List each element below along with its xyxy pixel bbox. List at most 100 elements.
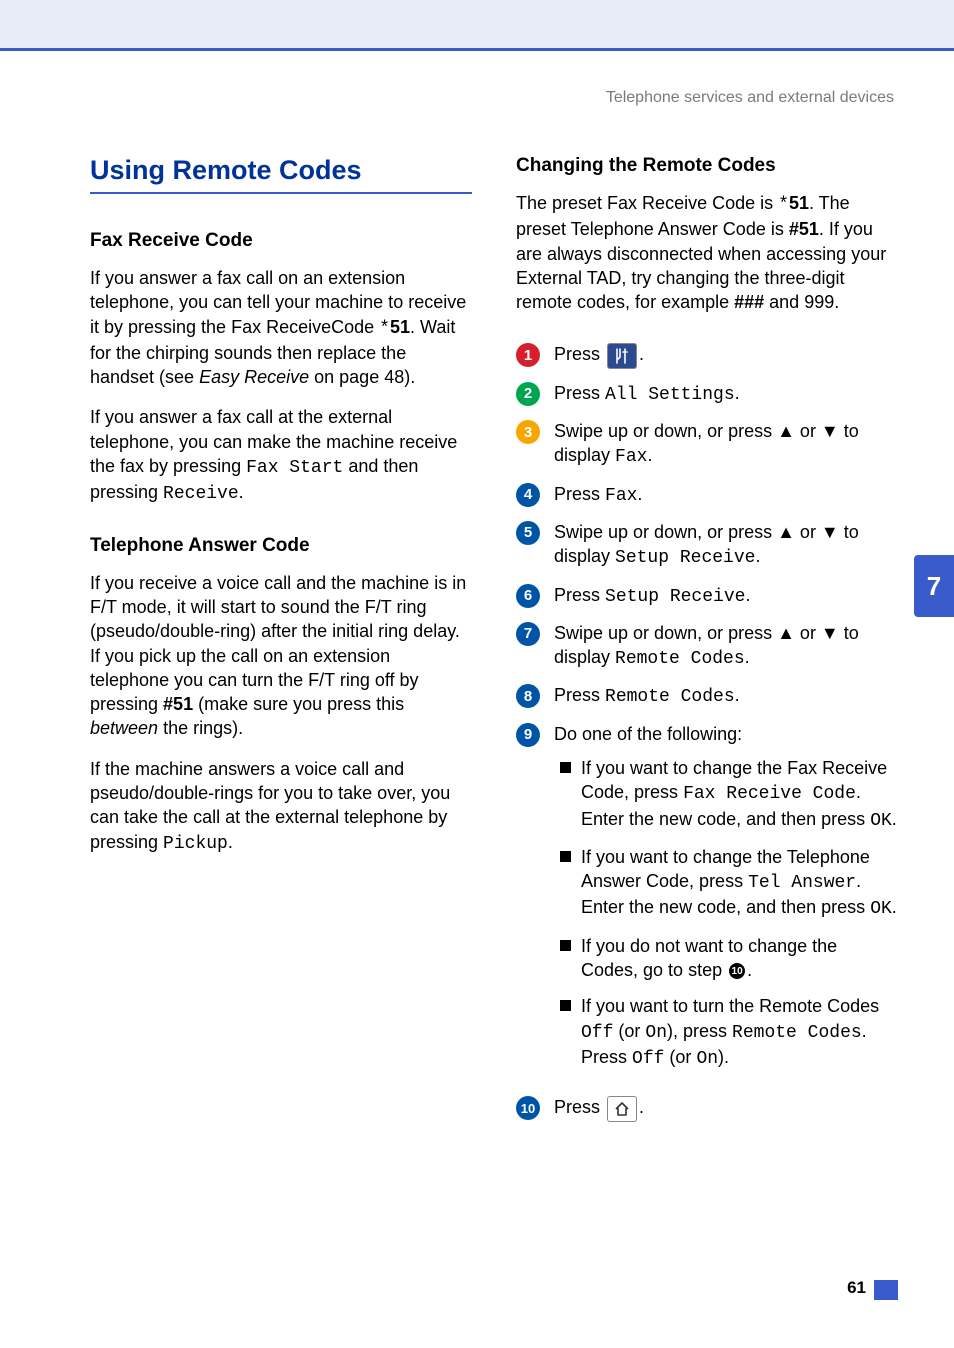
italic-text: Easy Receive <box>199 367 309 387</box>
step-row: 7 Swipe up or down, or press ▲ or ▼ to d… <box>516 621 898 672</box>
text: Swipe up or down, or press ▲ or ▼ to dis… <box>554 421 859 465</box>
breadcrumb: Telephone services and external devices <box>90 89 898 107</box>
step-text: Press . <box>554 342 898 368</box>
step-row: 5 Swipe up or down, or press ▲ or ▼ to d… <box>516 520 898 571</box>
text: Press <box>554 685 605 705</box>
text: Do one of the following: <box>554 722 898 746</box>
mono-text: Setup Receive <box>615 548 755 568</box>
step-text: Press . <box>554 1095 898 1121</box>
bullet-item: If you do not want to change the Codes, … <box>554 934 898 983</box>
mono-text: Receive <box>163 484 239 504</box>
mono-text: Tel Answer <box>748 873 856 893</box>
text: (or <box>613 1021 645 1041</box>
paragraph: The preset Fax Receive Code is *51. The … <box>516 191 898 314</box>
mono-text: Off <box>581 1023 613 1043</box>
step-row: 2 Press All Settings. <box>516 381 898 407</box>
text: ), press <box>667 1021 732 1041</box>
bullet-icon <box>560 1000 571 1011</box>
bullet-text: If you want to change the Telephone Answ… <box>581 845 898 922</box>
mono-text: Remote Codes <box>732 1023 862 1043</box>
code-text: #51 <box>789 219 819 239</box>
text: * <box>379 319 390 339</box>
text: . <box>747 960 752 980</box>
mono-text: Off <box>632 1049 664 1069</box>
text: . <box>639 1097 644 1117</box>
mono-text: Fax <box>615 447 647 467</box>
step-row: 6 Press Setup Receive. <box>516 583 898 609</box>
bullet-icon <box>560 940 571 951</box>
header-band <box>0 0 954 51</box>
text: . <box>647 445 652 465</box>
step-row: 3 Swipe up or down, or press ▲ or ▼ to d… <box>516 419 898 470</box>
step-badge-6: 6 <box>516 584 540 608</box>
mono-text: Setup Receive <box>605 587 745 607</box>
step-badge-2: 2 <box>516 382 540 406</box>
text: . <box>639 344 644 364</box>
subsection-changing-codes: Changing the Remote Codes <box>516 155 898 177</box>
page-number: 61 <box>847 1278 866 1298</box>
code-text: ### <box>734 292 764 312</box>
mono-text: Pickup <box>163 834 228 854</box>
step-badge-8: 8 <box>516 684 540 708</box>
step-text: Swipe up or down, or press ▲ or ▼ to dis… <box>554 520 898 571</box>
page-number-bar <box>874 1280 898 1300</box>
bullet-text: If you want to change the Fax Receive Co… <box>581 756 898 833</box>
bullet-item: If you want to turn the Remote Codes Off… <box>554 994 898 1071</box>
text: . <box>735 383 740 403</box>
paragraph: If you answer a fax call on an extension… <box>90 266 472 389</box>
subsection-telephone-answer: Telephone Answer Code <box>90 535 472 557</box>
text: the rings). <box>158 718 243 738</box>
text: (or <box>664 1047 696 1067</box>
text: If you receive a voice call and the mach… <box>90 573 466 714</box>
step-text: Swipe up or down, or press ▲ or ▼ to dis… <box>554 419 898 470</box>
home-icon <box>607 1096 637 1122</box>
text: . <box>239 482 244 502</box>
step-text: Press Remote Codes. <box>554 683 898 709</box>
bullet-text: If you want to turn the Remote Codes Off… <box>581 994 898 1071</box>
step-text: Swipe up or down, or press ▲ or ▼ to dis… <box>554 621 898 672</box>
step-badge-4: 4 <box>516 483 540 507</box>
bullet-icon <box>560 851 571 862</box>
text: If you want to turn the Remote Codes <box>581 996 879 1016</box>
code-text: 51 <box>789 193 809 213</box>
step-text: Press Setup Receive. <box>554 583 898 609</box>
section-title: Using Remote Codes <box>90 155 472 186</box>
text: on page 48). <box>309 367 415 387</box>
two-column-layout: Using Remote Codes Fax Receive Code If y… <box>90 155 898 1134</box>
bullet-item: If you want to change the Fax Receive Co… <box>554 756 898 833</box>
code-text: #51 <box>163 694 193 714</box>
text: If you do not want to change the Codes, … <box>581 936 837 980</box>
step-row: 8 Press Remote Codes. <box>516 683 898 709</box>
text: . <box>637 484 642 504</box>
text: Press <box>554 383 605 403</box>
text: . <box>892 897 897 917</box>
text: If the machine answers a voice call and … <box>90 759 450 852</box>
text: Press <box>554 1097 605 1117</box>
text: . <box>892 809 897 829</box>
paragraph: If you receive a voice call and the mach… <box>90 571 472 741</box>
step-text: Press Fax. <box>554 482 898 508</box>
mono-text: On <box>696 1049 718 1069</box>
step-badge-5: 5 <box>516 521 540 545</box>
left-column: Using Remote Codes Fax Receive Code If y… <box>90 155 472 1134</box>
text: ). <box>718 1047 729 1067</box>
paragraph: If you answer a fax call at the external… <box>90 405 472 506</box>
mono-text: Fax Start <box>246 458 343 478</box>
step-badge-3: 3 <box>516 420 540 444</box>
text: . <box>745 647 750 667</box>
bullet-item: If you want to change the Telephone Answ… <box>554 845 898 922</box>
bullet-text: If you do not want to change the Codes, … <box>581 934 898 983</box>
step-text: Do one of the following: If you want to … <box>554 722 898 1084</box>
text: Press <box>554 344 605 364</box>
step-badge-9: 9 <box>516 723 540 747</box>
step-ref-10-icon: 10 <box>729 963 745 979</box>
mono-text: Remote Codes <box>615 649 745 669</box>
step-row: 4 Press Fax. <box>516 482 898 508</box>
step-badge-1: 1 <box>516 343 540 367</box>
chapter-tab: 7 <box>914 555 954 617</box>
page-content: Telephone services and external devices … <box>0 51 954 1134</box>
code-text: 51 <box>390 317 410 337</box>
right-column: Changing the Remote Codes The preset Fax… <box>516 155 898 1134</box>
step-row: 9 Do one of the following: If you want t… <box>516 722 898 1084</box>
mono-text: Remote Codes <box>605 687 735 707</box>
